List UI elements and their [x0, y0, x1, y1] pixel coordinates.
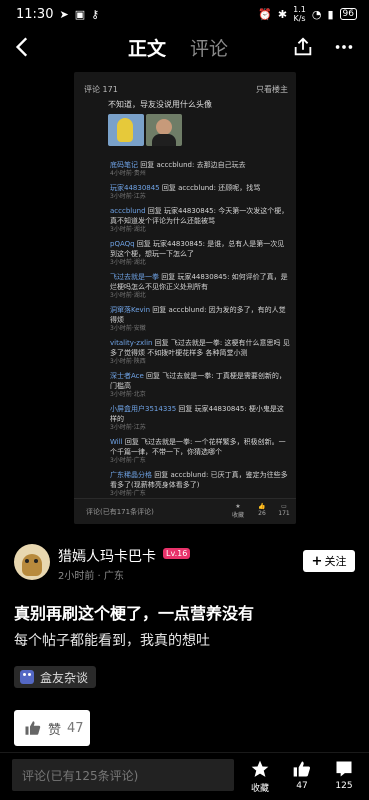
shot-main-comment: 不知道，导友没说用什么头像 — [108, 100, 212, 109]
author-name[interactable]: 猎嫣人玛卡巴卡 — [58, 546, 156, 566]
reply-meta: 3小时前·湖北 — [110, 226, 146, 233]
reply-user: 底码笔记 — [110, 161, 138, 169]
shot-reply: pQAQq 回复 玩家44830845: 是谁，总有人是第一次见到这个梗，想玩一… — [110, 239, 290, 267]
shot-reply-list: 底码笔记 回复 acccblund: 去那边自己玩去 4小时前·贵州 玩家44830… — [110, 160, 290, 503]
net-speed: 1.1 K/s — [293, 5, 306, 23]
reply-meta: 3小时前·江苏 — [110, 424, 146, 431]
reply-text: 回复 acccblund: 去那边自己玩去 — [138, 161, 246, 169]
reply-meta: 3小时前·安徽 — [110, 325, 146, 332]
plus-icon: + — [311, 553, 323, 569]
post-image-screenshot[interactable]: 评论 171 只看楼主 不知道，导友没说用什么头像 底码笔记 回复 acccbl… — [74, 72, 296, 524]
shot-person-image — [146, 114, 182, 146]
reply-meta: 3小时前·湖北 — [110, 259, 146, 266]
bluetooth-icon: ✱ — [277, 7, 288, 21]
reply-user: vitality-zxlin — [110, 339, 153, 347]
reply-user: acccblund — [110, 207, 146, 215]
bottom-like-button[interactable]: 47 — [284, 759, 320, 791]
shot-reply: 深士者Ace 回复 飞过去就是一拳: 丁真梗是需要创新的，门槛高 3小时前·北京 — [110, 371, 290, 399]
reply-user: 玩家44830845 — [110, 184, 160, 192]
comment-input[interactable]: 评论(已有125条评论) — [12, 759, 234, 791]
shot-comment-count: 评论 171 — [84, 85, 118, 94]
shot-like-icon: 👍 26 — [258, 503, 266, 517]
reply-meta: 3小时前·陕西 — [110, 358, 146, 365]
reply-meta: 3小时前·湖北 — [110, 292, 146, 299]
reply-meta: 4小时前·贵州 — [110, 170, 146, 177]
alarm-icon: ⏰ — [258, 7, 272, 21]
reply-meta: 3小时前·北京 — [110, 391, 146, 398]
shot-fav-icon: ★ 收藏 — [231, 503, 244, 519]
shot-reply: 玩家44830845 回复 acccblund: 还顾呢，找骂 3小时前·江苏 — [110, 183, 290, 201]
share-icon[interactable] — [292, 36, 314, 58]
thumbs-up-icon — [293, 761, 311, 777]
tab-main-text[interactable]: 正文 — [128, 34, 166, 61]
circle-tag[interactable]: 盒友杂谈 — [14, 666, 97, 688]
reply-meta: 3小时前·广东 — [110, 457, 146, 464]
comment-icon — [336, 761, 352, 777]
shot-duck-image — [108, 114, 144, 146]
shot-reply: vitality-zxlin 回复 飞过去就是一拳: 这梗有什么意思吗 见多了觉… — [110, 338, 290, 366]
post-body: 每个帖子都能看到，我真的想吐 — [14, 633, 210, 649]
post-time-location: 2小时前 · 广东 — [58, 571, 124, 582]
signal-icon: ▮ — [327, 7, 334, 21]
status-time: 11:30 — [16, 6, 54, 22]
shot-comment-input: 评论(已有171条评论) — [86, 508, 154, 516]
more-options-icon[interactable] — [332, 36, 356, 58]
reply-meta: 3小时前·广东 — [110, 490, 146, 497]
tab-comments[interactable]: 评论 — [190, 34, 228, 61]
reply-meta: 3小时前·江苏 — [110, 193, 146, 200]
shot-reply: acccblund 回复 玩家44830845: 今天第一次发这个梗，真不知道发… — [110, 206, 290, 234]
community-icon — [20, 670, 34, 684]
reply-user: 飞过去就是一拳 — [110, 273, 159, 281]
battery-indicator: 96 — [339, 8, 357, 20]
wifi-icon: ◔ — [311, 7, 322, 21]
bottom-bar: 评论(已有125条评论) 收藏 47 125 — [0, 752, 369, 800]
avatar[interactable] — [14, 544, 50, 580]
reply-user: 深士者Ace — [110, 372, 144, 380]
reply-text: 回复 acccblund: 还顾呢，找骂 — [159, 184, 261, 192]
reply-text: 回复 飞过去就是一拳: 一个花样繁多，积极创新。一个千篇一律，不带一下，你猜选哪… — [110, 438, 286, 456]
shot-reply: 小屏盒用户3514335 回复 玩家44830845: 梗小鬼是这样的 3小时前·… — [110, 404, 290, 432]
reply-user: 洞窜落Kevin — [110, 306, 151, 314]
reply-user: pQAQq — [110, 240, 135, 248]
shot-reply: 洞窜落Kevin 回复 acccblund: 因为发的多了，有的人觉得烦 3小时前… — [110, 305, 290, 333]
shot-comment-icon: ▭ 171 — [278, 503, 290, 517]
bottom-comment-button[interactable]: 125 — [326, 759, 362, 791]
top-nav: 正文 评论 — [0, 28, 369, 68]
like-button[interactable]: 赞 47 — [14, 710, 90, 746]
reply-user: Will — [110, 438, 123, 446]
gallery-icon: ▣ — [74, 7, 86, 21]
shot-reply: 广东稀晶分格 回复 acccblund: 已厌丁真，鉴定为往些多看多了(现薪柿亮… — [110, 470, 290, 498]
shot-op-only: 只看楼主 — [256, 85, 288, 94]
shot-reply: 飞过去就是一拳 回复 玩家44830845: 如何评价了真，是烂梗吗怎么不见你正… — [110, 272, 290, 300]
reply-user: 小屏盒用户3514335 — [110, 405, 177, 413]
shot-reply: Will 回复 飞过去就是一拳: 一个花样繁多，积极创新。一个千篇一律，不带一下… — [110, 437, 290, 465]
reply-text: 回复 玩家44830845: 是谁，总有人是第一次见到这个梗，想玩一下怎么了 — [110, 240, 285, 258]
back-arrow-icon[interactable] — [10, 34, 36, 60]
location-icon: ➤ — [59, 7, 69, 21]
key-icon: ⚷ — [91, 7, 100, 21]
star-icon — [251, 760, 269, 777]
shot-reply: 底码笔记 回复 acccblund: 去那边自己玩去 4小时前·贵州 — [110, 160, 290, 178]
reply-user: 广东稀晶分格 — [110, 471, 152, 479]
author-row: 猎嫣人玛卡巴卡 Lv.16 2小时前 · 广东 + 关注 — [14, 544, 355, 590]
status-bar: 11:30 ➤ ▣ ⚷ ⏰ ✱ 1.1 K/s ◔ ▮ 96 — [0, 0, 369, 28]
post-title: 真别再刷这个梗了，一点营养没有 — [14, 604, 255, 623]
favorite-button[interactable]: 收藏 — [242, 759, 278, 794]
thumbs-up-icon — [25, 721, 41, 735]
follow-button[interactable]: + 关注 — [303, 550, 355, 572]
level-badge: Lv.16 — [163, 548, 191, 559]
shot-footer: 评论(已有171条评论) ★ 收藏 👍 26 ▭ 171 — [74, 498, 296, 524]
